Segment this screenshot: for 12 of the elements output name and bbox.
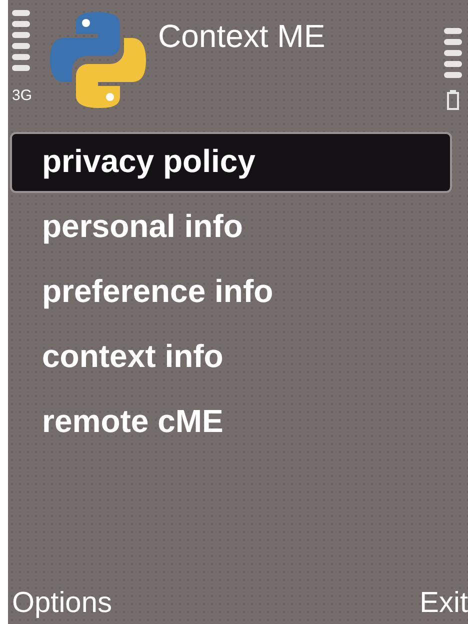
app-logo-icon bbox=[50, 10, 146, 110]
signal-strength-icon bbox=[12, 10, 30, 74]
menu-item[interactable]: personal info bbox=[10, 197, 452, 258]
app-title: Context ME bbox=[158, 20, 326, 52]
options-softkey[interactable]: Options bbox=[12, 588, 112, 620]
exit-softkey[interactable]: Exit bbox=[420, 588, 468, 620]
menu-item[interactable]: remote cME bbox=[10, 392, 452, 453]
menu-item[interactable]: privacy policy bbox=[10, 132, 452, 193]
menu-item[interactable]: preference info bbox=[10, 262, 452, 323]
network-type: 3G bbox=[12, 88, 32, 103]
battery-icon bbox=[442, 28, 464, 110]
menu-item[interactable]: context info bbox=[10, 327, 452, 388]
